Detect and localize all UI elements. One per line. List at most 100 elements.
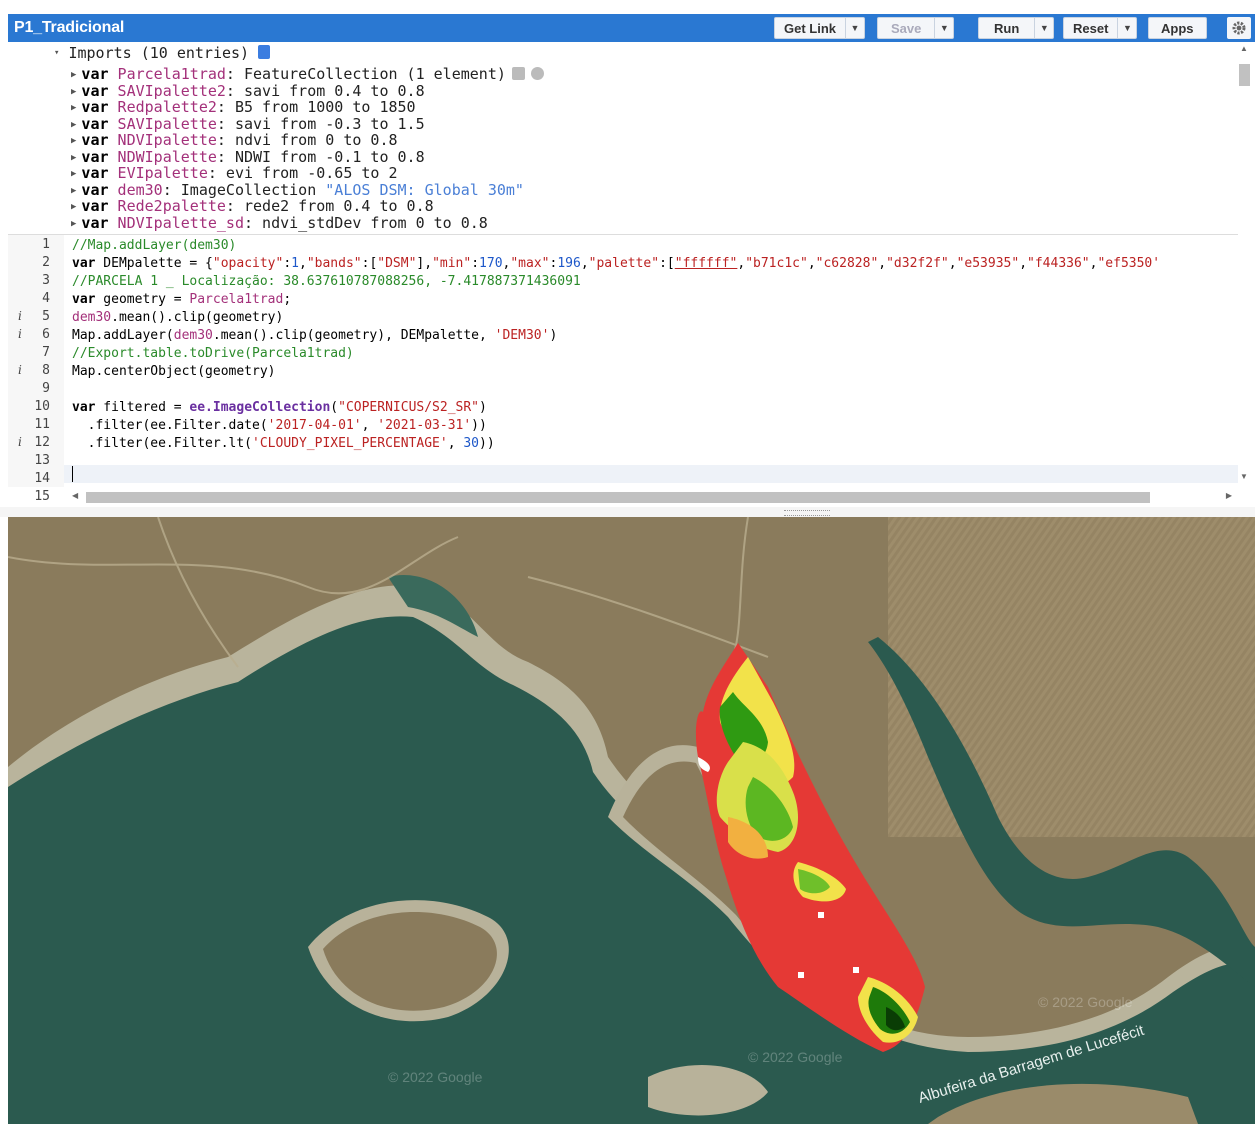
import-entry[interactable]: ▶ var Redpalette2: B5 from 1000 to 1850 <box>71 99 416 116</box>
caret-right-icon: ▶ <box>71 186 77 196</box>
code-line: //Export.table.toDrive(Parcela1trad) <box>72 346 354 361</box>
panel-splitter[interactable] <box>0 507 1255 517</box>
import-desc: : evi from -0.65 to 2 <box>207 164 398 182</box>
line-number: 5 <box>42 309 50 324</box>
map-watermark: © 2022 Google <box>388 1069 483 1085</box>
code-line: dem30.mean().clip(geometry) <box>72 310 284 325</box>
reset-label: Reset <box>1073 20 1109 36</box>
code-line: .filter(ee.Filter.date('2017-04-01', '20… <box>72 418 487 433</box>
caret-right-icon: ▶ <box>71 120 77 130</box>
horizontal-scrollbar[interactable]: ◀ ▶ <box>72 490 1232 504</box>
script-toolbar: P1_Tradicional Get Link ▼ Save ▼ Run ▼ R… <box>8 14 1255 42</box>
reset-button[interactable]: Reset ▼ <box>1063 17 1138 39</box>
chevron-down-icon[interactable]: ▼ <box>1034 18 1053 38</box>
chevron-down-icon[interactable]: ▼ <box>845 18 864 38</box>
caret-right-icon: ▶ <box>71 219 77 229</box>
line-number: 6 <box>42 327 50 342</box>
caret-right-icon: ▶ <box>71 87 77 97</box>
layer-icon[interactable] <box>511 67 525 80</box>
info-marker-icon[interactable]: i <box>18 309 22 323</box>
code-line: //Map.addLayer(dem30) <box>72 238 237 253</box>
map-view[interactable]: © 2022 Google © 2022 Google © 2022 Googl… <box>8 517 1255 1124</box>
run-label: Run <box>994 20 1020 36</box>
line-number: 8 <box>42 363 50 378</box>
get-link-label: Get Link <box>784 20 837 36</box>
line-number: 11 <box>34 417 50 432</box>
chevron-down-icon[interactable]: ▼ <box>1117 18 1136 38</box>
document-icon[interactable] <box>258 45 271 59</box>
code-line: .filter(ee.Filter.lt('CLOUDY_PIXEL_PERCE… <box>72 436 495 451</box>
scrollbar-thumb[interactable] <box>86 492 1150 503</box>
active-line-highlight <box>64 465 1238 483</box>
code-line: var filtered = ee.ImageCollection("COPER… <box>72 400 487 415</box>
caret-right-icon: ▶ <box>71 202 77 212</box>
map-watermark: © 2022 Google <box>1038 994 1133 1010</box>
save-button[interactable]: Save ▼ <box>877 17 955 39</box>
caret-right-icon: ▶ <box>71 103 77 113</box>
caret-right-icon: ▶ <box>71 70 77 80</box>
run-button[interactable]: Run ▼ <box>978 17 1055 39</box>
line-number: 3 <box>42 273 50 288</box>
get-link-button[interactable]: Get Link ▼ <box>774 17 866 39</box>
line-number: 15 <box>34 489 50 504</box>
line-number: 4 <box>42 291 50 306</box>
import-desc: : FeatureCollection (1 element) <box>225 65 506 83</box>
imports-header-label: Imports (10 entries) <box>68 44 250 62</box>
info-marker-icon[interactable]: i <box>18 327 22 341</box>
line-number: 13 <box>34 453 50 468</box>
import-name: EVIpalette <box>117 164 208 182</box>
import-name: Rede2palette <box>117 197 226 215</box>
import-desc: : ndvi from 0 to 0.8 <box>216 131 398 149</box>
line-number: 7 <box>42 345 50 360</box>
drag-handle-icon[interactable] <box>784 510 830 516</box>
apps-button[interactable]: Apps <box>1148 17 1207 39</box>
import-name: Parcela1trad <box>117 65 226 83</box>
code-line: //PARCELA 1 _ Localização: 38.6376107870… <box>72 274 581 289</box>
scroll-right-icon[interactable]: ▶ <box>1226 491 1232 500</box>
scroll-down-icon[interactable]: ▼ <box>1240 472 1248 481</box>
line-number: 2 <box>42 255 50 270</box>
import-name: NDVIpalette_sd <box>117 214 244 232</box>
import-entry[interactable]: ▶ var NDVIpalette_sd: ndvi_stdDev from 0 … <box>71 215 488 232</box>
code-line: var geometry = Parcela1trad; <box>72 292 292 307</box>
code-line: Map.centerObject(geometry) <box>72 364 276 379</box>
imports-panel: ▾ Imports (10 entries) ▶ var Parcela1trad… <box>8 42 1238 235</box>
import-entry[interactable]: ▶ var NDVIpalette: ndvi from 0 to 0.8 <box>71 132 398 149</box>
import-name: NDVIpalette <box>117 131 217 149</box>
imports-header[interactable]: ▾ Imports (10 entries) <box>54 44 271 62</box>
script-title: P1_Tradicional <box>14 19 125 36</box>
scroll-up-icon[interactable]: ▲ <box>1240 44 1248 53</box>
info-marker-icon[interactable]: i <box>18 435 22 449</box>
vertical-scrollbar[interactable]: ▲ ▼ <box>1238 42 1251 487</box>
line-number: 12 <box>34 435 50 450</box>
code-area[interactable]: 1 2 3 4 5 6 7 8 9 10 11 12 13 14 15 i i … <box>8 235 1238 504</box>
gear-icon[interactable] <box>1227 17 1251 39</box>
caret-right-icon: ▶ <box>71 153 77 163</box>
scrollbar-thumb[interactable] <box>1239 64 1250 86</box>
import-desc: : rede2 from 0.4 to 0.8 <box>225 197 434 215</box>
info-marker-icon[interactable]: i <box>18 363 22 377</box>
line-number: 14 <box>34 471 50 486</box>
import-entry[interactable]: ▶ var Rede2palette: rede2 from 0.4 to 0.8 <box>71 198 434 215</box>
line-number: 1 <box>42 237 50 252</box>
import-entry[interactable]: ▶ var Parcela1trad: FeatureCollection (1 … <box>71 66 544 83</box>
line-number: 9 <box>42 381 50 396</box>
import-desc: : B5 from 1000 to 1850 <box>216 98 416 116</box>
code-line: Map.addLayer(dem30.mean().clip(geometry)… <box>72 328 558 343</box>
map-watermark: © 2022 Google <box>748 1049 843 1065</box>
code-editor[interactable]: ▾ Imports (10 entries) ▶ var Parcela1trad… <box>8 42 1255 507</box>
text-cursor <box>72 466 73 482</box>
line-number: 10 <box>34 399 50 414</box>
apps-label: Apps <box>1161 20 1194 36</box>
import-entry[interactable]: ▶ var EVIpalette: evi from -0.65 to 2 <box>71 165 398 182</box>
caret-right-icon: ▶ <box>71 169 77 179</box>
caret-right-icon: ▶ <box>71 136 77 146</box>
target-icon[interactable] <box>530 67 544 80</box>
scroll-left-icon[interactable]: ◀ <box>72 491 78 500</box>
code-line: var DEMpalette = {"opacity":1,"bands":["… <box>72 256 1161 271</box>
chevron-down-icon[interactable]: ▼ <box>934 18 953 38</box>
import-desc: : ndvi_stdDev from 0 to 0.8 <box>243 214 488 232</box>
satellite-map[interactable]: © 2022 Google © 2022 Google © 2022 Googl… <box>8 517 1255 1124</box>
import-name: Redpalette2 <box>117 98 217 116</box>
save-label: Save <box>891 20 922 36</box>
